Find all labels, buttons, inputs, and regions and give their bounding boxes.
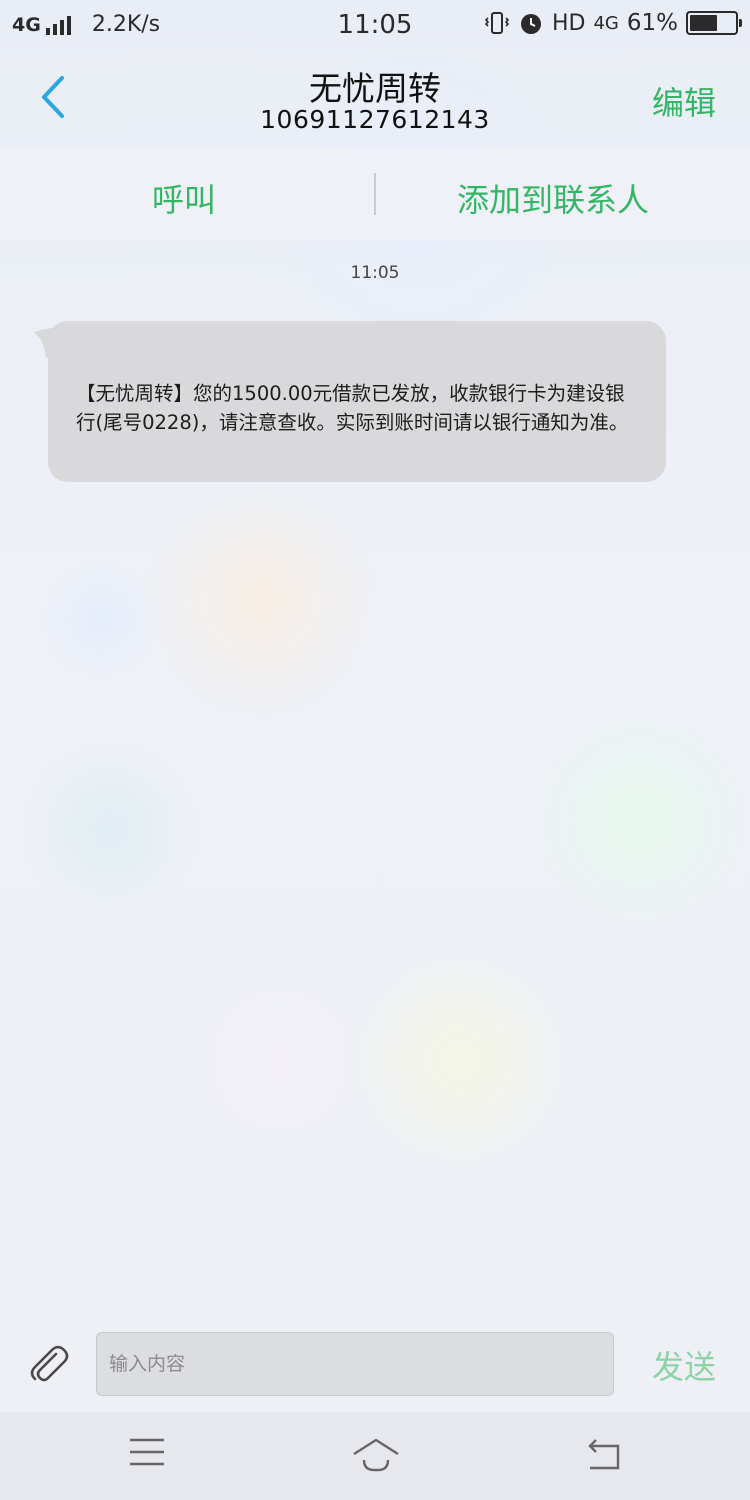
- contact-actions-bar: 呼叫 添加到联系人: [0, 147, 750, 241]
- message-composer: 输入内容 发送: [0, 1314, 750, 1412]
- menu-icon[interactable]: [128, 1436, 166, 1468]
- battery-icon: [686, 11, 742, 35]
- paperclip-icon[interactable]: [26, 1342, 70, 1386]
- status-bar: 4G 2.2K/s 11:05 HD 4G 61%: [0, 0, 750, 50]
- edit-button[interactable]: 编辑: [652, 78, 716, 124]
- message-timestamp: 11:05: [350, 263, 400, 283]
- call-button[interactable]: 呼叫: [152, 175, 216, 221]
- navigation-bar: [0, 1412, 750, 1500]
- network-type-secondary: 4G: [593, 12, 619, 34]
- send-button[interactable]: 发送: [652, 1342, 716, 1388]
- conversation-header: 无忧周转 10691127612143 编辑: [0, 50, 750, 145]
- message-input[interactable]: 输入内容: [96, 1332, 614, 1396]
- vibrate-icon: [484, 12, 510, 34]
- incoming-message-bubble[interactable]: 【无忧周转】您的1500.00元借款已发放，收款银行卡为建设银行(尾号0228)…: [48, 321, 666, 482]
- home-icon[interactable]: [350, 1436, 402, 1476]
- actions-divider: [374, 173, 376, 215]
- add-to-contacts-button[interactable]: 添加到联系人: [457, 175, 649, 221]
- alarm-icon: [520, 14, 541, 34]
- contact-number: 10691127612143: [260, 105, 490, 134]
- battery-percent: 61%: [626, 10, 678, 36]
- return-icon[interactable]: [584, 1436, 622, 1472]
- hd-indicator: HD: [551, 10, 586, 36]
- contact-name: 无忧周转: [309, 69, 441, 108]
